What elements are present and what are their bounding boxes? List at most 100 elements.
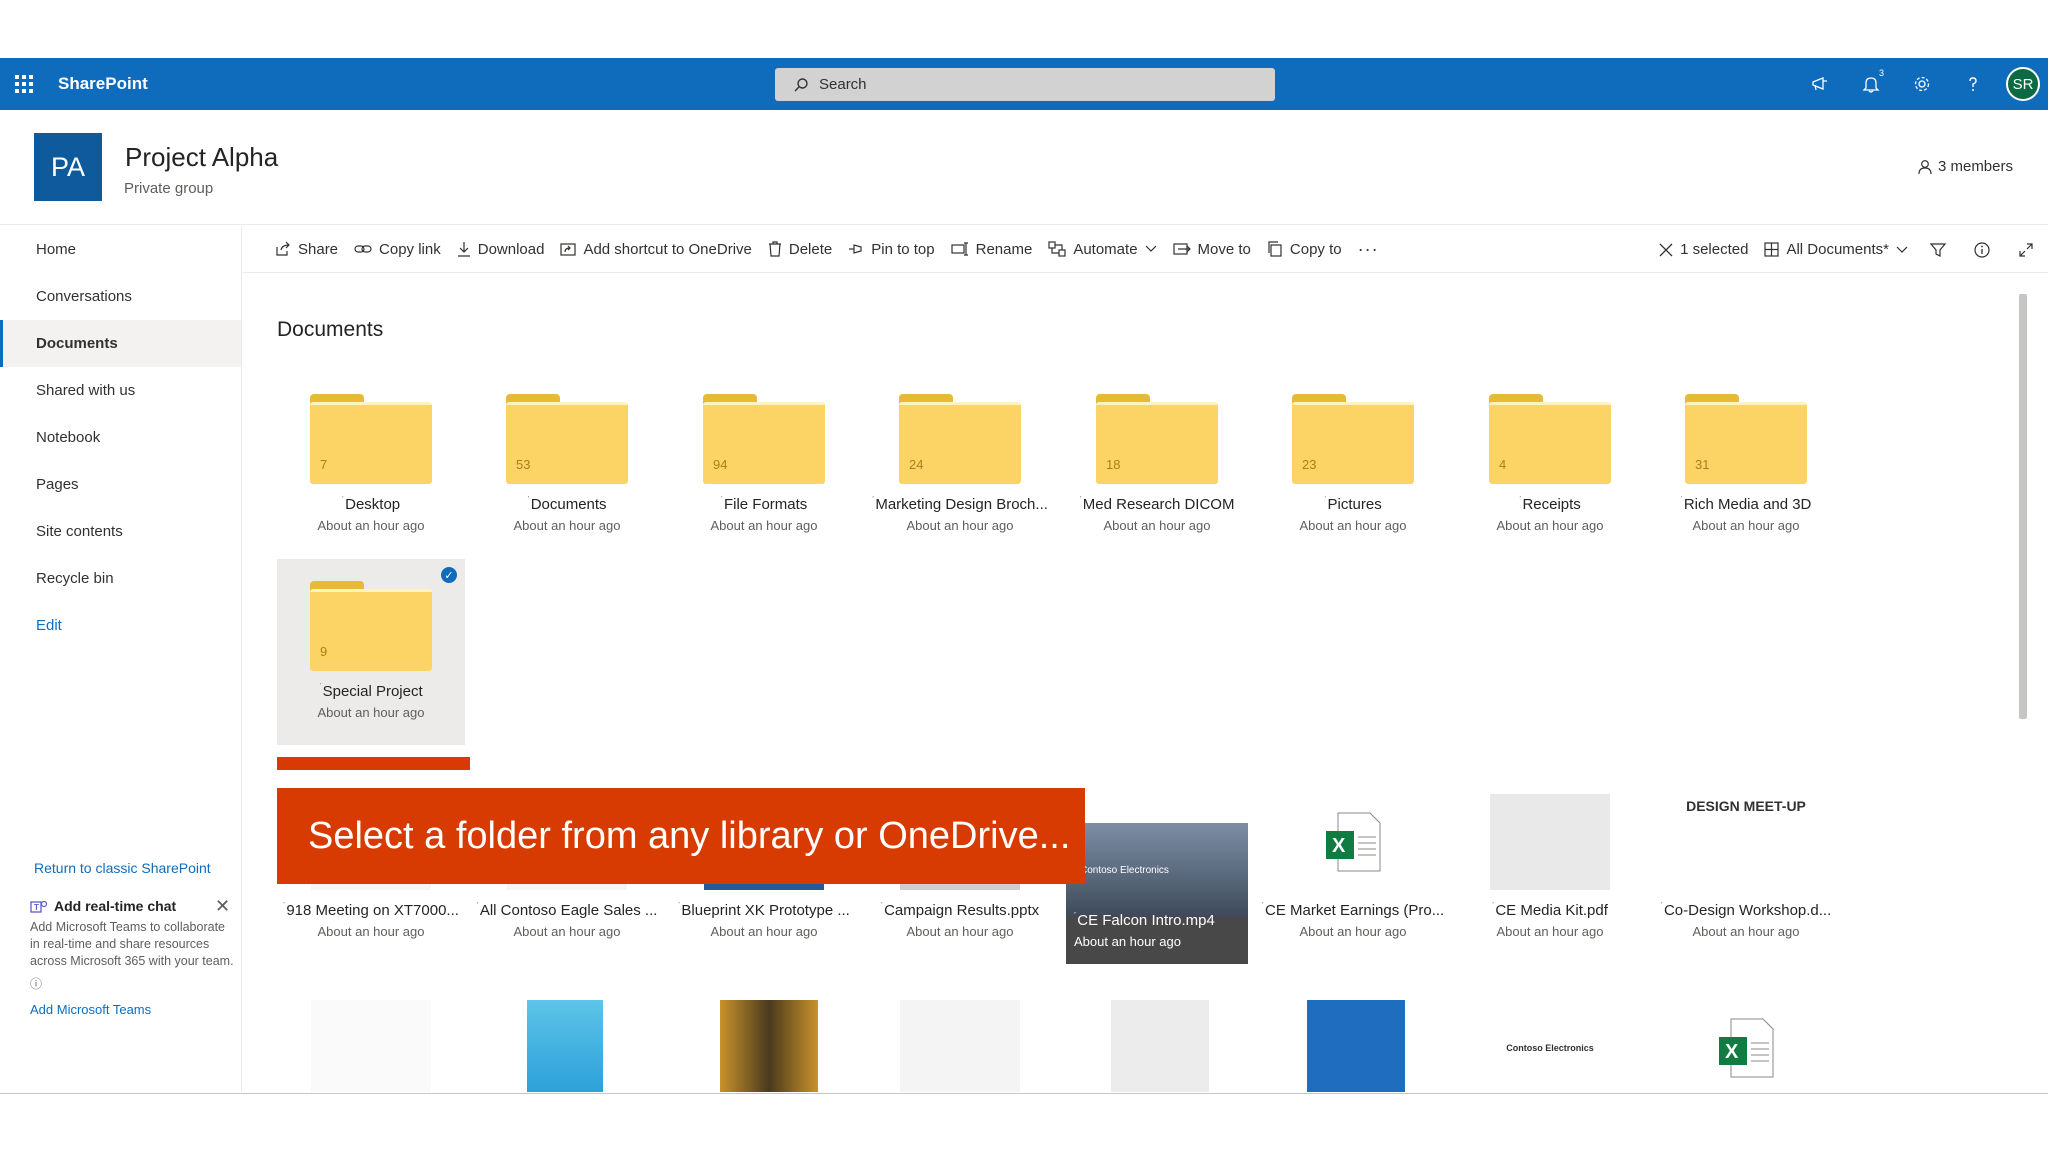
site-logo[interactable]: PA: [34, 133, 102, 201]
top-margin: [0, 0, 2048, 58]
folder-tile-selected[interactable]: ✓ 9 Special Project About an hour ago: [277, 559, 465, 745]
modified-time: About an hour ago: [710, 924, 818, 939]
search-input[interactable]: Search: [775, 68, 1275, 101]
document-thumbnail: [311, 1000, 431, 1092]
svg-text:X: X: [1332, 835, 1346, 857]
folder-tile[interactable]: 31 Rich Media and 3D About an hour ago: [1652, 372, 1840, 558]
bell-icon: [1861, 77, 1880, 93]
file-tile[interactable]: X CE Market Earnings (Pro... About an ho…: [1259, 778, 1447, 964]
nav-item-conversations[interactable]: Conversations: [0, 273, 241, 320]
scrollbar-thumb[interactable]: [2019, 294, 2027, 719]
file-tile[interactable]: DESIGN MEET-UP Co-Design Workshop.d... A…: [1652, 778, 1840, 964]
modified-time: About an hour ago: [906, 518, 1014, 533]
checkmark-icon[interactable]: ✓: [441, 567, 457, 583]
library-heading: Documents: [277, 318, 384, 341]
teams-chat-card: T Add real-time chat Add Microsoft Teams…: [30, 898, 235, 1018]
file-name: CE Falcon Intro.mp4: [1066, 912, 1254, 929]
video-file-tile[interactable]: Contoso Electronics CE Falcon Intro.mp4 …: [1066, 823, 1248, 964]
excel-thumbnail: X: [1293, 794, 1413, 890]
file-tile[interactable]: [1063, 988, 1251, 1092]
rename-button[interactable]: Rename: [943, 226, 1041, 273]
folder-name: Marketing Design Broch...: [866, 496, 1054, 513]
info-pane-button[interactable]: [1960, 226, 2004, 273]
nav-item-notebook[interactable]: Notebook: [0, 414, 241, 461]
item-count: 9: [320, 644, 328, 659]
classic-sharepoint-link[interactable]: Return to classic SharePoint: [34, 860, 211, 876]
clear-selection-button[interactable]: 1 selected: [1627, 226, 1756, 273]
filter-button[interactable]: [1916, 226, 1960, 273]
svg-text:T: T: [34, 903, 39, 912]
delete-label: Delete: [788, 240, 833, 258]
image-thumbnail: [720, 1000, 818, 1092]
download-button[interactable]: Download: [449, 226, 553, 273]
user-avatar[interactable]: SR: [2006, 67, 2040, 101]
vertical-scrollbar[interactable]: [2015, 274, 2031, 1092]
automate-button[interactable]: Automate: [1040, 226, 1164, 273]
site-title[interactable]: Project Alpha: [125, 142, 278, 173]
folder-tile[interactable]: 24 Marketing Design Broch... About an ho…: [866, 372, 1054, 558]
more-button[interactable]: ···: [1350, 226, 1387, 273]
app-launcher-button[interactable]: [0, 58, 48, 110]
pin-to-top-button[interactable]: Pin to top: [840, 226, 942, 273]
file-tile[interactable]: X: [1652, 988, 1840, 1092]
item-count: 4: [1499, 457, 1507, 472]
modified-time: About an hour ago: [317, 924, 425, 939]
folder-tile[interactable]: 7 Desktop About an hour ago: [277, 372, 465, 558]
nav-item-shared-with-us[interactable]: Shared with us: [0, 367, 241, 414]
move-to-button[interactable]: Move to: [1165, 226, 1259, 273]
file-name: CE Market Earnings (Pro...: [1259, 902, 1447, 919]
info-icon[interactable]: ⓘ: [30, 976, 235, 993]
folder-name: File Formats: [670, 496, 858, 513]
folder-tile[interactable]: 18 Med Research DICOM About an hour ago: [1063, 372, 1251, 558]
nav-item-pages[interactable]: Pages: [0, 461, 241, 508]
modified-time: About an hour ago: [317, 705, 425, 720]
copy-link-button[interactable]: Copy link: [346, 226, 449, 273]
shortcut-icon: [560, 243, 577, 256]
file-tile[interactable]: Contoso Electronics: [1456, 988, 1644, 1092]
add-teams-link[interactable]: Add Microsoft Teams: [30, 1001, 235, 1018]
thumbnail-label: Contoso Electronics: [1506, 1043, 1594, 1053]
excel-icon: X: [1326, 812, 1381, 872]
folder-tile[interactable]: 4 Receipts About an hour ago: [1456, 372, 1644, 558]
share-button[interactable]: Share: [243, 226, 346, 273]
highlight-bar: [277, 757, 470, 770]
nav-item-home[interactable]: Home: [0, 226, 241, 273]
copy-to-button[interactable]: Copy to: [1259, 226, 1350, 273]
members-button[interactable]: 3 members: [1918, 158, 2013, 175]
move-label: Move to: [1197, 240, 1251, 258]
search-icon: [794, 77, 808, 91]
file-name: All Contoso Eagle Sales ...: [473, 902, 661, 919]
blueprint-thumbnail: [1307, 1000, 1405, 1092]
nav-item-documents[interactable]: Documents: [0, 320, 241, 367]
expand-button[interactable]: [2004, 226, 2048, 273]
command-bar: Share Copy link Download Add shortcut to…: [243, 226, 2048, 273]
file-tile[interactable]: [670, 988, 858, 1092]
nav-edit-link[interactable]: Edit: [0, 602, 241, 649]
megaphone-button[interactable]: [1794, 58, 1845, 110]
folder-tile[interactable]: 53 Documents About an hour ago: [473, 372, 661, 558]
folder-tile[interactable]: 94 File Formats About an hour ago: [670, 372, 858, 558]
nav-item-site-contents[interactable]: Site contents: [0, 508, 241, 555]
pin-icon: [849, 244, 862, 254]
file-tile[interactable]: [1259, 988, 1447, 1092]
file-tile[interactable]: [277, 988, 465, 1092]
file-name: Blueprint XK Prototype ...: [670, 902, 858, 919]
delete-button[interactable]: Delete: [760, 226, 840, 273]
view-selector[interactable]: All Documents*: [1756, 226, 1916, 273]
folder-icon: 7: [310, 394, 432, 484]
notifications-button[interactable]: 3: [1845, 58, 1896, 110]
folder-tile[interactable]: 23 Pictures About an hour ago: [1259, 372, 1447, 558]
rename-label: Rename: [975, 240, 1033, 258]
help-button[interactable]: [1947, 58, 1998, 110]
brand-label[interactable]: SharePoint: [58, 74, 148, 94]
modified-time: About an hour ago: [317, 518, 425, 533]
pdf-thumbnail: [1490, 794, 1610, 890]
file-tile[interactable]: CE Media Kit.pdf About an hour ago: [1456, 778, 1644, 964]
file-tile[interactable]: [866, 988, 1054, 1092]
add-shortcut-button[interactable]: Add shortcut to OneDrive: [552, 226, 759, 273]
rename-icon: [951, 242, 968, 256]
settings-button[interactable]: [1896, 58, 1947, 110]
file-tile[interactable]: [473, 988, 661, 1092]
nav-item-recycle-bin[interactable]: Recycle bin: [0, 555, 241, 602]
folder-icon: 4: [1489, 394, 1611, 484]
